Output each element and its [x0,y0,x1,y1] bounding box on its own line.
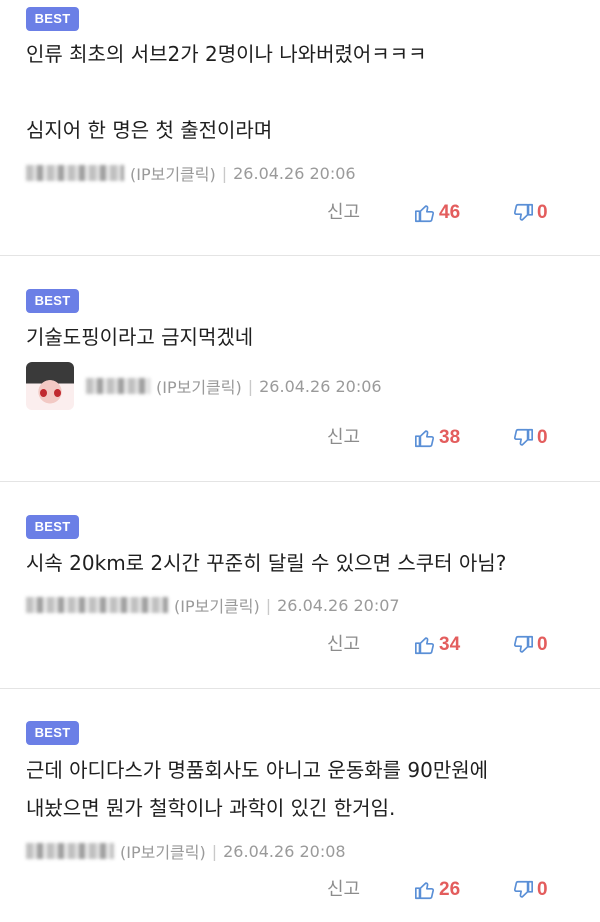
timestamp: 26.04.26 20:06 [259,376,382,396]
thumbs-down-icon [513,203,533,221]
like-button[interactable]: 34 [414,630,460,660]
best-badge: BEST [26,515,79,539]
comment-actions: 신고 46 0 [0,198,600,228]
report-button[interactable]: 신고 [327,630,360,660]
comment-meta: (IP보기클릭) | 26.04.26 20:06 [26,161,356,185]
best-badge: BEST [26,7,79,31]
dislike-count: 0 [537,202,548,223]
dislike-button[interactable]: 0 [512,875,548,905]
like-button[interactable]: 46 [414,198,460,228]
like-count: 46 [439,202,461,223]
ip-view-link[interactable]: (IP보기클릭) [156,374,242,398]
dislike-button[interactable]: 0 [512,198,548,228]
comment-meta: (IP보기클릭) | 26.04.26 20:08 [26,839,346,863]
comment-item: BEST 근데 아디다스가 명품회사도 아니고 운동화를 90만원에 내놨으면 … [0,689,600,922]
best-badge: BEST [26,721,79,745]
like-button[interactable]: 26 [414,875,460,905]
thumbs-up-icon [415,882,435,900]
ip-view-link[interactable]: (IP보기클릭) [174,593,260,617]
thumbs-up-icon [415,637,435,655]
comment-actions: 신고 34 0 [0,630,600,660]
comment-meta: (IP보기클릭) | 26.04.26 20:07 [26,593,400,617]
blurred-username [26,597,168,613]
comment-meta: (IP보기클릭) | 26.04.26 20:06 [26,362,382,410]
separator: | [247,376,254,396]
comment-text: 기술도핑이라고 금지먹겠네 [26,325,254,349]
report-button[interactable]: 신고 [327,198,360,228]
comment-item: BEST 시속 20km로 2시간 꾸준히 달릴 수 있으면 스쿠터 아님? (… [0,482,600,689]
dislike-button[interactable]: 0 [512,423,548,453]
timestamp: 26.04.26 20:07 [277,595,400,615]
thumbs-down-icon [513,880,533,898]
separator: | [211,841,218,861]
comment-text: 근데 아디다스가 명품회사도 아니고 운동화를 90만원에 내놨으면 뭔가 철학… [26,758,489,820]
comment-actions: 신고 26 0 [0,875,600,905]
timestamp: 26.04.26 20:06 [233,163,356,183]
blurred-username [26,843,114,859]
like-count: 26 [439,879,461,900]
thumbs-down-icon [513,428,533,446]
comment-text: 시속 20km로 2시간 꾸준히 달릴 수 있으면 스쿠터 아님? [26,551,507,575]
timestamp: 26.04.26 20:08 [223,841,346,861]
comment-item: BEST 인류 최초의 서브2가 2명이나 나와버렸어ㅋㅋㅋ 심지어 한 명은 … [0,0,600,256]
comment-text: 인류 최초의 서브2가 2명이나 나와버렸어ㅋㅋㅋ 심지어 한 명은 첫 출전이… [26,42,427,142]
like-count: 34 [439,634,461,655]
thumbs-up-icon [415,205,435,223]
dislike-button[interactable]: 0 [512,630,548,660]
blurred-username [26,165,124,181]
blurred-username [86,378,150,394]
like-button[interactable]: 38 [414,423,460,453]
best-badge: BEST [26,289,79,313]
dislike-count: 0 [537,879,548,900]
dislike-count: 0 [537,427,548,448]
like-count: 38 [439,427,461,448]
dislike-count: 0 [537,634,548,655]
comment-item: BEST 기술도핑이라고 금지먹겠네 (IP보기클릭) | 26.04.26 2… [0,256,600,482]
separator: | [265,595,272,615]
ip-view-link[interactable]: (IP보기클릭) [120,839,206,863]
comment-actions: 신고 38 0 [0,423,600,453]
avatar [26,362,74,410]
thumbs-up-icon [415,430,435,448]
report-button[interactable]: 신고 [327,875,360,905]
separator: | [221,163,228,183]
ip-view-link[interactable]: (IP보기클릭) [130,161,216,185]
report-button[interactable]: 신고 [327,423,360,453]
thumbs-down-icon [513,635,533,653]
